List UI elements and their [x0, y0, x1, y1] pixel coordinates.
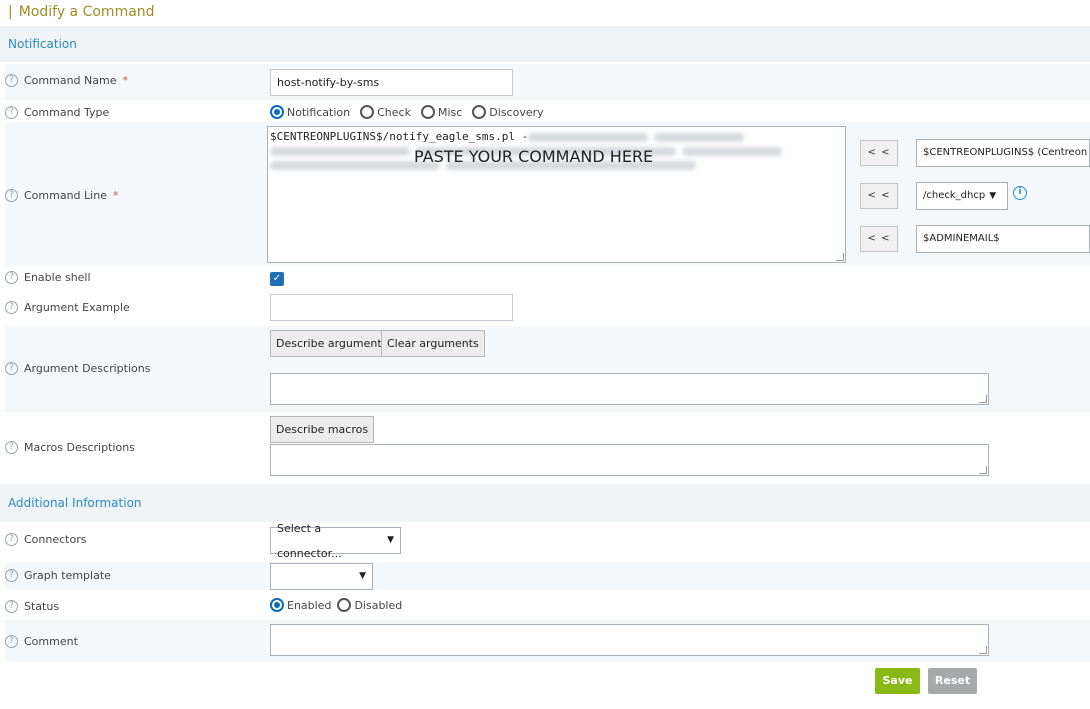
resize-handle[interactable] [836, 253, 844, 261]
argument-descriptions-textarea[interactable] [270, 373, 989, 405]
resize-handle[interactable] [979, 466, 987, 474]
label-connectors: ? Connectors [5, 533, 86, 546]
macro-select-1[interactable]: $CENTREONPLUGINS$ (Centreon [916, 139, 1090, 167]
graph-template-select[interactable]: ▼ [270, 563, 373, 590]
radio-dot[interactable] [360, 105, 375, 119]
radio-dot[interactable] [337, 598, 352, 612]
insert-macro-button-3[interactable]: < < [860, 226, 898, 252]
help-icon[interactable]: ? [5, 533, 18, 546]
resize-handle[interactable] [979, 395, 987, 403]
redacted-text [682, 146, 782, 156]
page-title: | Modify a Command [8, 4, 155, 20]
paste-command-note: PASTE YOUR COMMAND HERE [414, 147, 654, 166]
redacted-text [654, 132, 745, 142]
chevron-down-icon: ▼ [359, 571, 366, 581]
label-argument-example: ? Argument Example [5, 301, 130, 314]
describe-arguments-button[interactable]: Describe arguments [270, 330, 394, 357]
label-graph-template: ? Graph template [5, 569, 111, 582]
label-command-line: ? Command Line * [5, 189, 118, 202]
reset-button[interactable]: Reset [928, 668, 977, 694]
label-command-type: ? Command Type [5, 106, 109, 119]
chevron-down-icon: ▼ [387, 535, 394, 545]
section-header-additional: Additional Information [0, 484, 1090, 522]
radio-check[interactable]: Check [360, 105, 411, 119]
status-radio-group: Enabled Disabled [270, 598, 402, 612]
label-argument-descriptions: ? Argument Descriptions [5, 362, 150, 375]
chevron-down-icon: ▼ [989, 191, 997, 201]
help-icon[interactable]: ? [5, 106, 18, 119]
section-header-notification: Notification [0, 26, 1090, 62]
help-icon[interactable]: ? [5, 441, 18, 454]
radio-disabled[interactable]: Disabled [337, 598, 402, 612]
command-type-radio-group: Notification Check Misc Discovery [270, 105, 544, 119]
help-icon[interactable]: ? [5, 362, 18, 375]
plugin-select[interactable]: /check_dhcp ▼ [916, 182, 1008, 210]
help-icon[interactable]: ? [5, 74, 18, 87]
label-macros-descriptions: ? Macros Descriptions [5, 441, 135, 454]
connectors-select[interactable]: Select a connector... ▼ [270, 522, 401, 560]
describe-macros-button[interactable]: Describe macros [270, 416, 375, 443]
command-name-input[interactable] [270, 69, 513, 96]
enable-shell-checkbox[interactable]: ✓ [270, 272, 284, 286]
help-icon[interactable]: ? [5, 189, 18, 202]
macros-descriptions-textarea[interactable] [270, 444, 989, 476]
label-status: ? Status [5, 600, 59, 613]
label-command-name: ? Command Name * [5, 74, 128, 87]
radio-enabled[interactable]: Enabled [270, 598, 331, 612]
comment-textarea[interactable] [270, 624, 989, 656]
argument-example-input[interactable] [270, 294, 513, 321]
redacted-text [528, 132, 649, 142]
help-icon[interactable]: ? [5, 600, 18, 613]
radio-misc[interactable]: Misc [420, 105, 462, 119]
label-enable-shell: ? Enable shell [5, 271, 91, 284]
help-icon[interactable]: ? [5, 271, 18, 284]
radio-notification[interactable]: Notification [270, 105, 350, 119]
radio-dot[interactable] [270, 105, 284, 119]
resize-handle[interactable] [979, 646, 987, 654]
insert-macro-button-2[interactable]: < < [860, 183, 898, 209]
radio-dot[interactable] [270, 598, 284, 612]
row-command-name [5, 64, 1090, 100]
help-icon[interactable]: ? [5, 635, 18, 648]
insert-macro-button-1[interactable]: < < [860, 140, 898, 166]
row-graph-template [5, 562, 1090, 590]
radio-dot[interactable] [420, 105, 435, 119]
radio-dot[interactable] [472, 105, 487, 119]
help-icon[interactable]: ? [5, 301, 18, 314]
label-comment: ? Comment [5, 635, 78, 648]
info-icon[interactable]: i [1013, 186, 1027, 200]
clear-arguments-button[interactable]: Clear arguments [381, 330, 485, 357]
help-icon[interactable]: ? [5, 569, 18, 582]
redacted-text [270, 146, 410, 156]
macro-select-3[interactable]: $ADMINEMAIL$ [916, 225, 1090, 253]
save-button[interactable]: Save [875, 668, 920, 694]
command-line-textarea[interactable]: $CENTREONPLUGINS$/notify_eagle_sms.pl - … [267, 126, 846, 263]
radio-discovery[interactable]: Discovery [472, 105, 544, 119]
page-title-text: Modify a Command [18, 4, 155, 20]
